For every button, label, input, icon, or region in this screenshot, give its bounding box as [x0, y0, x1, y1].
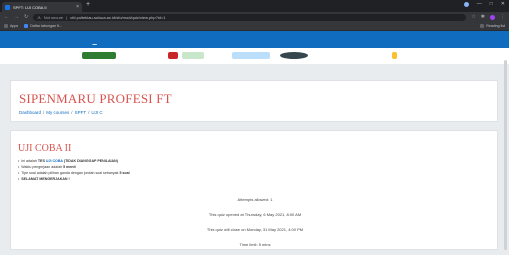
forward-icon[interactable]: → — [14, 14, 19, 20]
url-input[interactable]: ⚠ Not secure | cfd.polteklau-sulsua.ac.i… — [33, 13, 467, 21]
breadcrumb-separator: / — [43, 110, 45, 115]
security-label: Not secure — [43, 14, 64, 20]
bookmark-star-icon[interactable]: ☆ — [471, 14, 475, 20]
bookmarks-bar: Apps Daftar tabungan K... Reading list — [0, 22, 509, 31]
quiz-open-date: This quiz opened at Thursday, 6 May 2021… — [208, 212, 302, 217]
header-banner — [0, 45, 509, 64]
breadcrumb-quiz[interactable]: UJI C — [91, 110, 102, 115]
intro-bold: (TIDAK DIANGGAP PENILAIAN) — [62, 159, 118, 163]
intro-text: Tipe soal adalah pilihan ganda dengan ju… — [21, 171, 120, 175]
profile-avatar-icon[interactable] — [490, 14, 495, 20]
breadcrumb: Dashboard / My courses / SPFT / UJI C — [19, 110, 103, 115]
warning-icon: ⚠ — [37, 14, 41, 20]
sponsor-logo-icon — [392, 52, 397, 59]
site-favicon-icon — [5, 4, 10, 10]
quiz-intro-list: Ini adalah TES UJI COBA (TIDAK DIANGGAP … — [18, 158, 130, 182]
close-tab-icon[interactable]: × — [76, 4, 79, 10]
bookmark-favicon-icon — [24, 24, 29, 28]
menu-dots-icon[interactable]: ⋮ — [500, 14, 505, 20]
profile-icon[interactable] — [463, 1, 469, 7]
page-scrollbar[interactable] — [504, 60, 507, 250]
intro-highlight: UJI COBA — [45, 159, 63, 163]
breadcrumb-course[interactable]: SPFT — [75, 110, 87, 115]
bookmark-apps[interactable]: Apps — [4, 24, 18, 28]
quiz-close-date: This quiz will close on Monday, 31 May 2… — [206, 227, 304, 232]
reload-icon[interactable]: ↻ — [24, 14, 28, 20]
intro-text: Ini adalah — [21, 159, 38, 163]
breadcrumb-dashboard[interactable]: Dashboard — [19, 110, 41, 115]
attempts-allowed: Attempts allowed: 1 — [237, 197, 273, 202]
page-title: SIPENMARU PROFESI FT — [19, 91, 172, 106]
intro-bold: 5 soal — [119, 171, 130, 175]
browser-tab-bar: SPFT: UJI COBA II × + — □ ✕ — [0, 0, 509, 12]
toolbar-actions: ☆ ✱ ⋮ — [471, 14, 505, 20]
window-controls: — □ ✕ — [463, 1, 505, 7]
apps-grid-icon — [4, 24, 8, 28]
intro-bold: TES — [37, 159, 46, 163]
sponsor-logo-icon — [168, 52, 178, 59]
browser-tab[interactable]: SPFT: UJI COBA II × — [2, 2, 82, 12]
page-header-card: SIPENMARU PROFESI FT Dashboard / My cour… — [10, 80, 498, 122]
tab-title: SPFT: UJI COBA II — [13, 4, 47, 10]
url-text: cfd.polteklau-sulsua.ac.id/sfo/mod/quiz/… — [70, 14, 166, 20]
back-icon[interactable]: ← — [4, 14, 9, 20]
quiz-card: UJI COBA II Ini adalah TES UJI COBA (TID… — [10, 130, 498, 250]
bookmark-label: Apps — [10, 24, 19, 28]
reading-list-button[interactable]: Reading list — [480, 24, 505, 28]
intro-text: Waktu pengerjaan adalah — [21, 165, 64, 169]
extensions-icon[interactable]: ✱ — [481, 14, 485, 20]
list-item: SELAMAT MENGERJAKAN ! — [18, 176, 130, 182]
breadcrumb-my-courses[interactable]: My courses — [46, 110, 69, 115]
reading-list-icon — [480, 24, 485, 28]
sponsor-logo-icon — [182, 52, 204, 59]
maximize-icon[interactable]: □ — [490, 1, 493, 7]
url-separator: | — [66, 14, 68, 20]
new-tab-button[interactable]: + — [86, 1, 90, 8]
minimize-icon[interactable]: — — [477, 1, 482, 7]
breadcrumb-separator: / — [88, 110, 90, 115]
breadcrumb-separator: / — [71, 110, 73, 115]
sponsor-logo-icon — [82, 52, 116, 59]
sponsor-logo-icon — [280, 52, 308, 59]
reading-list-label: Reading list — [486, 24, 505, 28]
close-window-icon[interactable]: ✕ — [501, 1, 505, 7]
intro-bold: 5 menit — [63, 165, 76, 169]
address-bar: ← → ↻ ⚠ Not secure | cfd.polteklau-sulsu… — [0, 12, 509, 22]
bookmark-daftar[interactable]: Daftar tabungan K... — [24, 24, 62, 28]
sponsor-logo-icon — [232, 52, 270, 59]
time-limit: Time limit: 5 mins — [239, 242, 271, 247]
intro-bold: SELAMAT MENGERJAKAN ! — [21, 177, 70, 181]
bookmark-label: Daftar tabungan K... — [30, 24, 63, 28]
quiz-title: UJI COBA II — [18, 143, 72, 154]
